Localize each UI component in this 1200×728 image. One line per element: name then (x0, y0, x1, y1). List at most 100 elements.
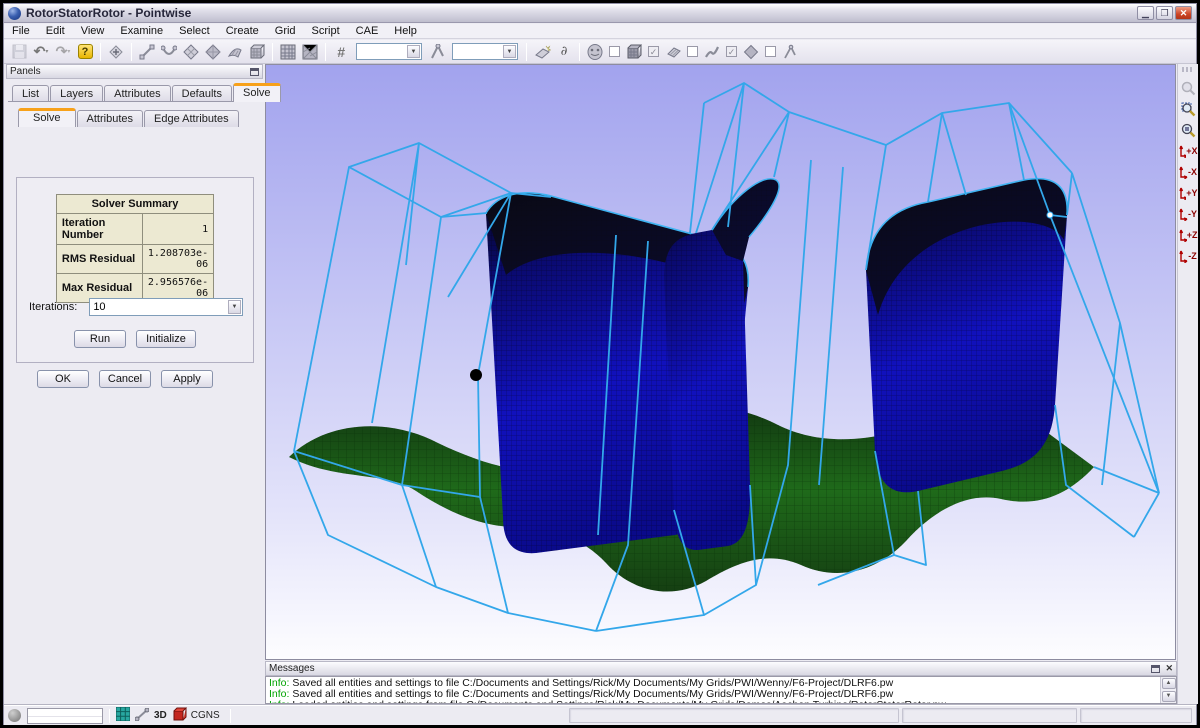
extrude-icon[interactable] (224, 42, 246, 62)
row-label: Iteration Number (56, 214, 142, 245)
view-minus-y-button[interactable]: -Y (1179, 204, 1198, 224)
node-point-marker[interactable] (1047, 212, 1053, 218)
domain-visibility-icon[interactable] (662, 42, 684, 62)
block-visibility-checkbox[interactable]: ✓ (648, 46, 659, 57)
table-row: Iteration Number 1 (56, 214, 213, 245)
scroll-down-icon[interactable]: ▼ (1162, 691, 1176, 702)
cancel-button[interactable]: Cancel (99, 370, 151, 388)
menu-select[interactable]: Select (171, 24, 218, 38)
minimize-button[interactable]: ▁ (1137, 6, 1154, 20)
menu-examine[interactable]: Examine (112, 24, 171, 38)
menu-edit[interactable]: Edit (38, 24, 73, 38)
dimension-input[interactable] (359, 44, 405, 59)
view-toolbar: +X -X +Y -Y +Z -Z (1177, 64, 1198, 704)
iterations-combobox[interactable]: ▼ (89, 298, 243, 316)
connector-visibility-checkbox[interactable]: ✓ (726, 46, 737, 57)
create-block-icon[interactable] (246, 42, 268, 62)
iterations-input[interactable] (93, 300, 223, 314)
help-icon[interactable]: ? (74, 42, 96, 62)
block-visibility-icon[interactable] (623, 42, 645, 62)
toolbar-grip[interactable] (1182, 67, 1194, 72)
mask-toggle-icon[interactable] (584, 42, 606, 62)
connector-visibility-icon[interactable] (701, 42, 723, 62)
messages-float-icon[interactable] (1151, 665, 1160, 673)
unstructured-grid-icon[interactable] (299, 42, 321, 62)
zoom-icon[interactable] (1179, 78, 1198, 98)
dimension-dropdown-icon[interactable]: ▼ (407, 45, 420, 58)
view-plus-y-button[interactable]: +Y (1179, 183, 1198, 203)
subtab-solve[interactable]: Solve (18, 108, 76, 127)
view-minus-z-button[interactable]: -Z (1179, 246, 1198, 266)
dimension-icon[interactable]: # (330, 42, 352, 62)
display-viewport[interactable] (265, 64, 1176, 660)
selected-point-marker[interactable] (470, 369, 482, 381)
row-value: 1 (142, 214, 213, 245)
partial-derivative-icon[interactable]: ∂ (553, 42, 575, 62)
solve-subtabs: Solve Attributes Edge Attributes (6, 102, 263, 126)
connector-mode-icon (135, 708, 149, 724)
redo-icon[interactable]: ↷▾ (52, 42, 74, 62)
menu-view[interactable]: View (73, 24, 113, 38)
scroll-up-icon[interactable]: ▲ (1162, 678, 1176, 689)
messages-close-icon[interactable]: ✕ (1165, 664, 1173, 673)
angle-icon[interactable] (426, 42, 448, 62)
panels-header: Panels (6, 64, 263, 79)
menu-help[interactable]: Help (386, 24, 425, 38)
tab-layers[interactable]: Layers (50, 85, 103, 102)
status-light-icon (8, 709, 21, 722)
menu-file[interactable]: File (4, 24, 38, 38)
subtab-edge-attributes[interactable]: Edge Attributes (144, 110, 239, 127)
solve-page: Solver Summary Iteration Number 1 RMS Re… (16, 177, 254, 363)
domain-visibility-checkbox[interactable] (687, 46, 698, 57)
point-visibility-checkbox[interactable] (765, 46, 776, 57)
tab-attributes[interactable]: Attributes (104, 85, 170, 102)
view-plus-z-button[interactable]: +Z (1179, 225, 1198, 245)
messages-scrollbar[interactable]: ▲ ▼ (1160, 677, 1176, 703)
menu-bar: File Edit View Examine Select Create Gri… (4, 24, 1196, 39)
view-plus-x-button[interactable]: +X (1179, 141, 1198, 161)
spacing-visibility-icon[interactable] (779, 42, 801, 62)
panels-float-icon[interactable] (250, 68, 259, 76)
create-connector-icon[interactable] (136, 42, 158, 62)
mask-checkbox[interactable] (609, 46, 620, 57)
structured-grid-icon[interactable] (277, 42, 299, 62)
status-segment (569, 708, 899, 723)
apply-button[interactable]: Apply (161, 370, 213, 388)
app-globe-icon (8, 7, 21, 20)
view-minus-x-button[interactable]: -X (1179, 162, 1198, 182)
initialize-solve-icon[interactable] (531, 42, 553, 62)
menu-grid[interactable]: Grid (267, 24, 304, 38)
point-visibility-icon[interactable] (740, 42, 762, 62)
restore-button[interactable]: ❐ (1156, 6, 1173, 20)
angle-combobox[interactable]: ▼ (452, 43, 518, 60)
zoom-extents-icon[interactable] (1179, 99, 1198, 119)
progress-field (27, 708, 103, 724)
tab-list[interactable]: List (12, 85, 49, 102)
tab-solve[interactable]: Solve (233, 83, 281, 102)
angle-input[interactable] (455, 44, 501, 59)
close-button[interactable]: ✕ (1175, 6, 1192, 20)
ok-button[interactable]: OK (37, 370, 89, 388)
menu-cae[interactable]: CAE (348, 24, 387, 38)
initialize-button[interactable]: Initialize (136, 330, 196, 348)
angle-dropdown-icon[interactable]: ▼ (503, 45, 516, 58)
blade-right[interactable] (866, 179, 1067, 493)
spawn-panel-icon[interactable] (105, 42, 127, 62)
menu-script[interactable]: Script (304, 24, 348, 38)
tab-defaults[interactable]: Defaults (172, 85, 232, 102)
create-domain-structured-icon[interactable] (180, 42, 202, 62)
messages-list[interactable]: Info: Saved all entities and settings to… (265, 676, 1177, 704)
subtab-attributes[interactable]: Attributes (77, 110, 143, 127)
undo-icon[interactable]: ↶▾ (30, 42, 52, 62)
iterations-dropdown-icon[interactable]: ▼ (228, 300, 241, 314)
create-domain-unstructured-icon[interactable] (202, 42, 224, 62)
dimension-combobox[interactable]: ▼ (356, 43, 422, 60)
create-curve-icon[interactable] (158, 42, 180, 62)
solver-summary-title: Solver Summary (56, 195, 213, 214)
run-button[interactable]: Run (74, 330, 126, 348)
messages-header: Messages ✕ (265, 661, 1177, 676)
save-icon[interactable] (8, 42, 30, 62)
menu-create[interactable]: Create (218, 24, 267, 38)
zoom-one-to-one-icon[interactable] (1179, 120, 1198, 140)
panels-tabs: List Layers Attributes Defaults Solve (6, 79, 263, 101)
